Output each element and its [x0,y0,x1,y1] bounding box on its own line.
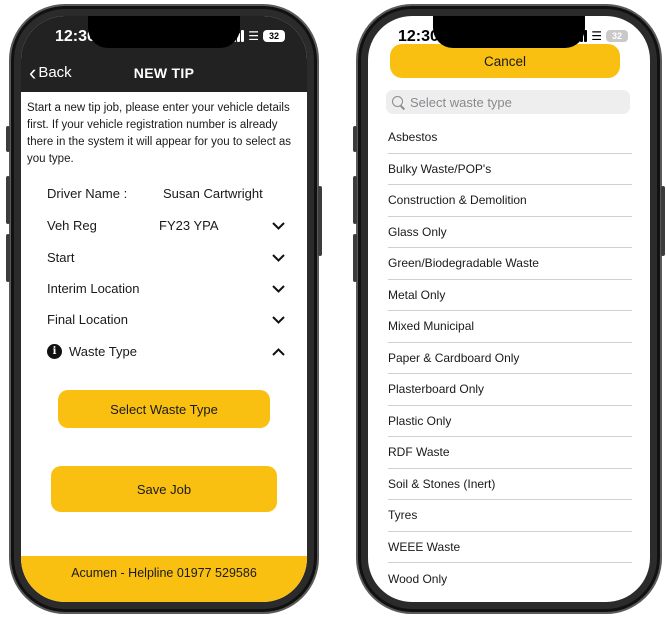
veh-reg-label: Veh Reg [47,217,97,233]
wifi-icon: ☰ [591,29,602,43]
info-icon[interactable]: i [47,343,62,359]
phone-notch [433,16,585,48]
waste-type-label: Waste Type [69,343,137,359]
interim-location-row[interactable]: Interim Location [47,277,285,299]
chevron-down-icon[interactable] [265,281,285,296]
phone-side-button [318,186,322,256]
phone-notch [88,16,240,48]
waste-type-list-item[interactable]: Plasterboard Only [388,374,632,406]
waste-type-list-item[interactable]: Tyres [388,500,632,532]
phone-side-button [353,126,357,152]
waste-type-list-item[interactable]: WEEE Waste [388,532,632,563]
phone-side-button [6,126,10,152]
waste-type-search-input[interactable] [410,94,630,110]
final-location-label: Final Location [47,311,128,327]
driver-name-label: Driver Name : [47,185,128,201]
phone-side-button [6,234,10,282]
chevron-down-icon[interactable] [265,250,285,265]
waste-type-list-item[interactable]: Metal Only [388,280,632,311]
veh-reg-row[interactable]: Veh Reg FY23 YPA [47,214,285,236]
interim-location-label: Interim Location [47,280,140,296]
veh-reg-value: FY23 YPA [159,217,219,233]
phone-side-button [6,176,10,224]
save-job-button[interactable]: Save Job [51,466,277,512]
screen-new-tip: 12:30 ☰ 32 ‹ Back NEW TIP Start a new ti… [21,16,307,602]
driver-name-value: Susan Cartwright [163,185,263,201]
waste-type-list-item[interactable]: Mixed Municipal [388,311,632,343]
page-title: NEW TIP [133,65,195,81]
waste-type-list-item[interactable]: Glass Only [388,217,632,248]
phone-side-button [661,186,665,256]
phone-side-button [353,176,357,224]
battery-icon: 32 [606,30,628,42]
waste-type-list-item[interactable]: Bulky Waste/POP's [388,154,632,185]
waste-type-list-item[interactable]: Paper & Cardboard Only [388,343,632,374]
waste-type-list-item[interactable]: Green/Biodegradable Waste [388,248,632,280]
phone-frame-right: 12:30 ☰ 32 Cancel AsbestosBulky Waste/PO… [353,4,665,614]
select-waste-type-button[interactable]: Select Waste Type [58,390,270,428]
phone-frame-left: 12:30 ☰ 32 ‹ Back NEW TIP Start a new ti… [6,4,322,614]
driver-name-row: Driver Name : Susan Cartwright [47,182,285,204]
start-label: Start [47,249,75,265]
chevron-down-icon[interactable] [265,312,285,327]
search-box[interactable] [386,90,630,114]
waste-type-list-item[interactable]: Asbestos [388,122,632,154]
waste-type-list-item[interactable]: Plastic Only [388,406,632,437]
screen-waste-type-picker: 12:30 ☰ 32 Cancel AsbestosBulky Waste/PO… [368,16,650,602]
waste-type-list-item[interactable]: Wood Only [388,563,632,595]
phone-side-button [353,234,357,282]
start-row[interactable]: Start [47,246,285,268]
waste-type-list: Asbestos Bulky Waste/POP's Construction & … [388,122,632,595]
waste-type-list-item[interactable]: Soil & Stones (Inert) [388,469,632,500]
chevron-down-icon[interactable] [265,218,285,233]
final-location-row[interactable]: Final Location [47,308,285,330]
wifi-icon: ☰ [248,29,259,43]
intro-text: Start a new tip job, please enter your v… [27,102,291,165]
waste-type-list-item[interactable]: Construction & Demolition [388,185,632,217]
search-icon [392,95,405,109]
cancel-button[interactable]: Cancel [390,44,620,78]
helpline-footer: Acumen - Helpline 01977 529586 [21,556,307,602]
waste-type-list-item[interactable]: RDF Waste [388,437,632,469]
battery-icon: 32 [263,30,285,42]
waste-type-row[interactable]: i Waste Type [47,340,285,362]
chevron-up-icon[interactable] [265,344,285,359]
